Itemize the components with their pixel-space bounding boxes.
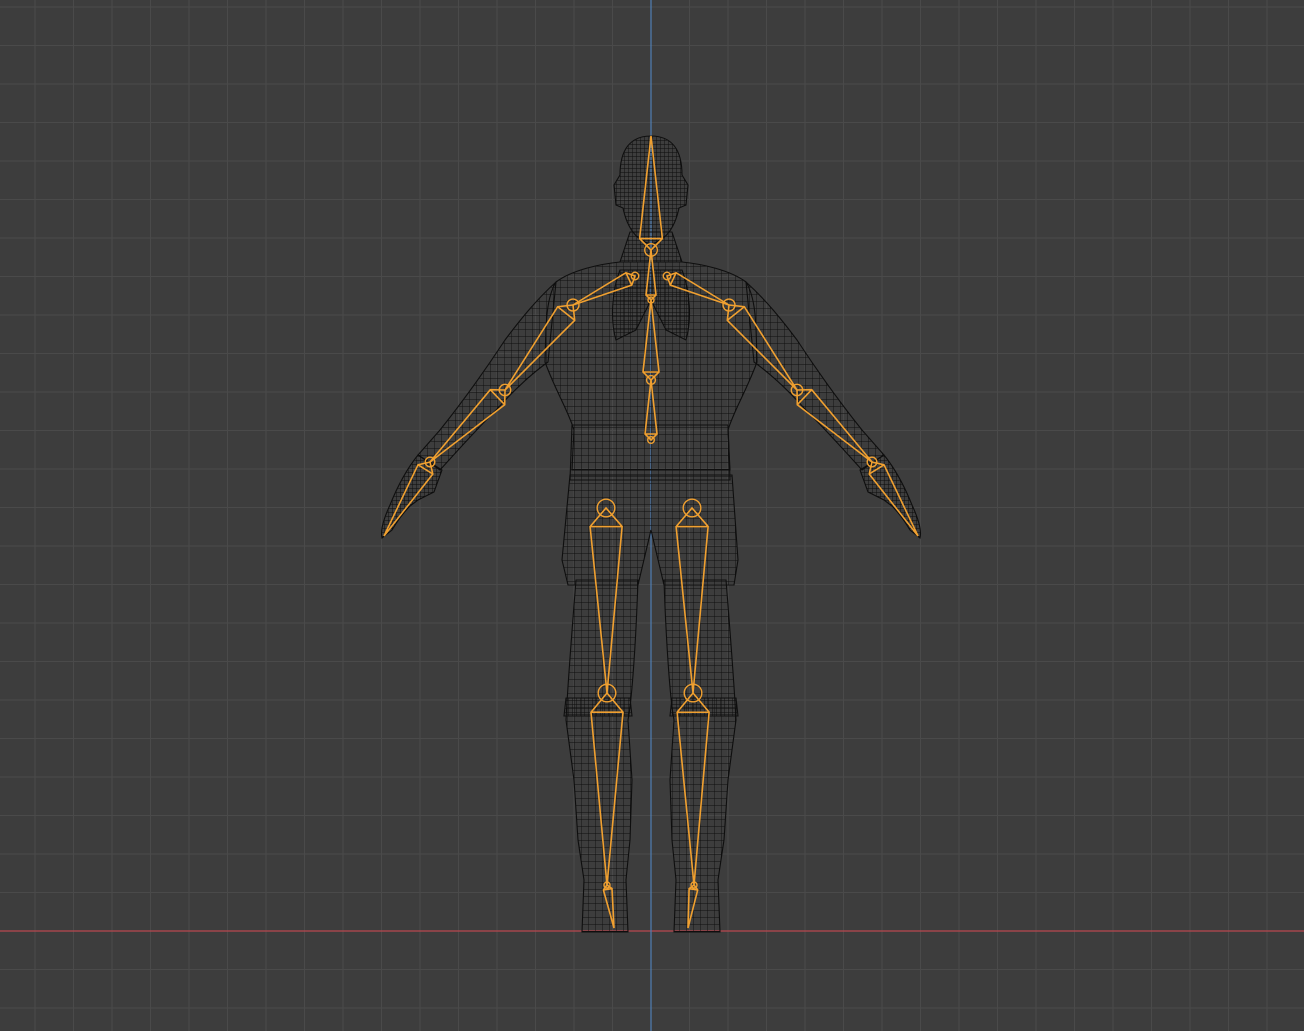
mesh-hips (561, 474, 739, 586)
mesh-neck (619, 231, 683, 263)
mesh-head (613, 135, 689, 245)
mesh-right-hand (859, 454, 922, 539)
mesh-right-leg (663, 579, 737, 933)
mesh-left-leg (565, 579, 639, 933)
mesh-left-hand (380, 454, 443, 539)
mesh-left-boot-cuff (563, 697, 633, 717)
3d-viewport[interactable] (0, 0, 1304, 1031)
